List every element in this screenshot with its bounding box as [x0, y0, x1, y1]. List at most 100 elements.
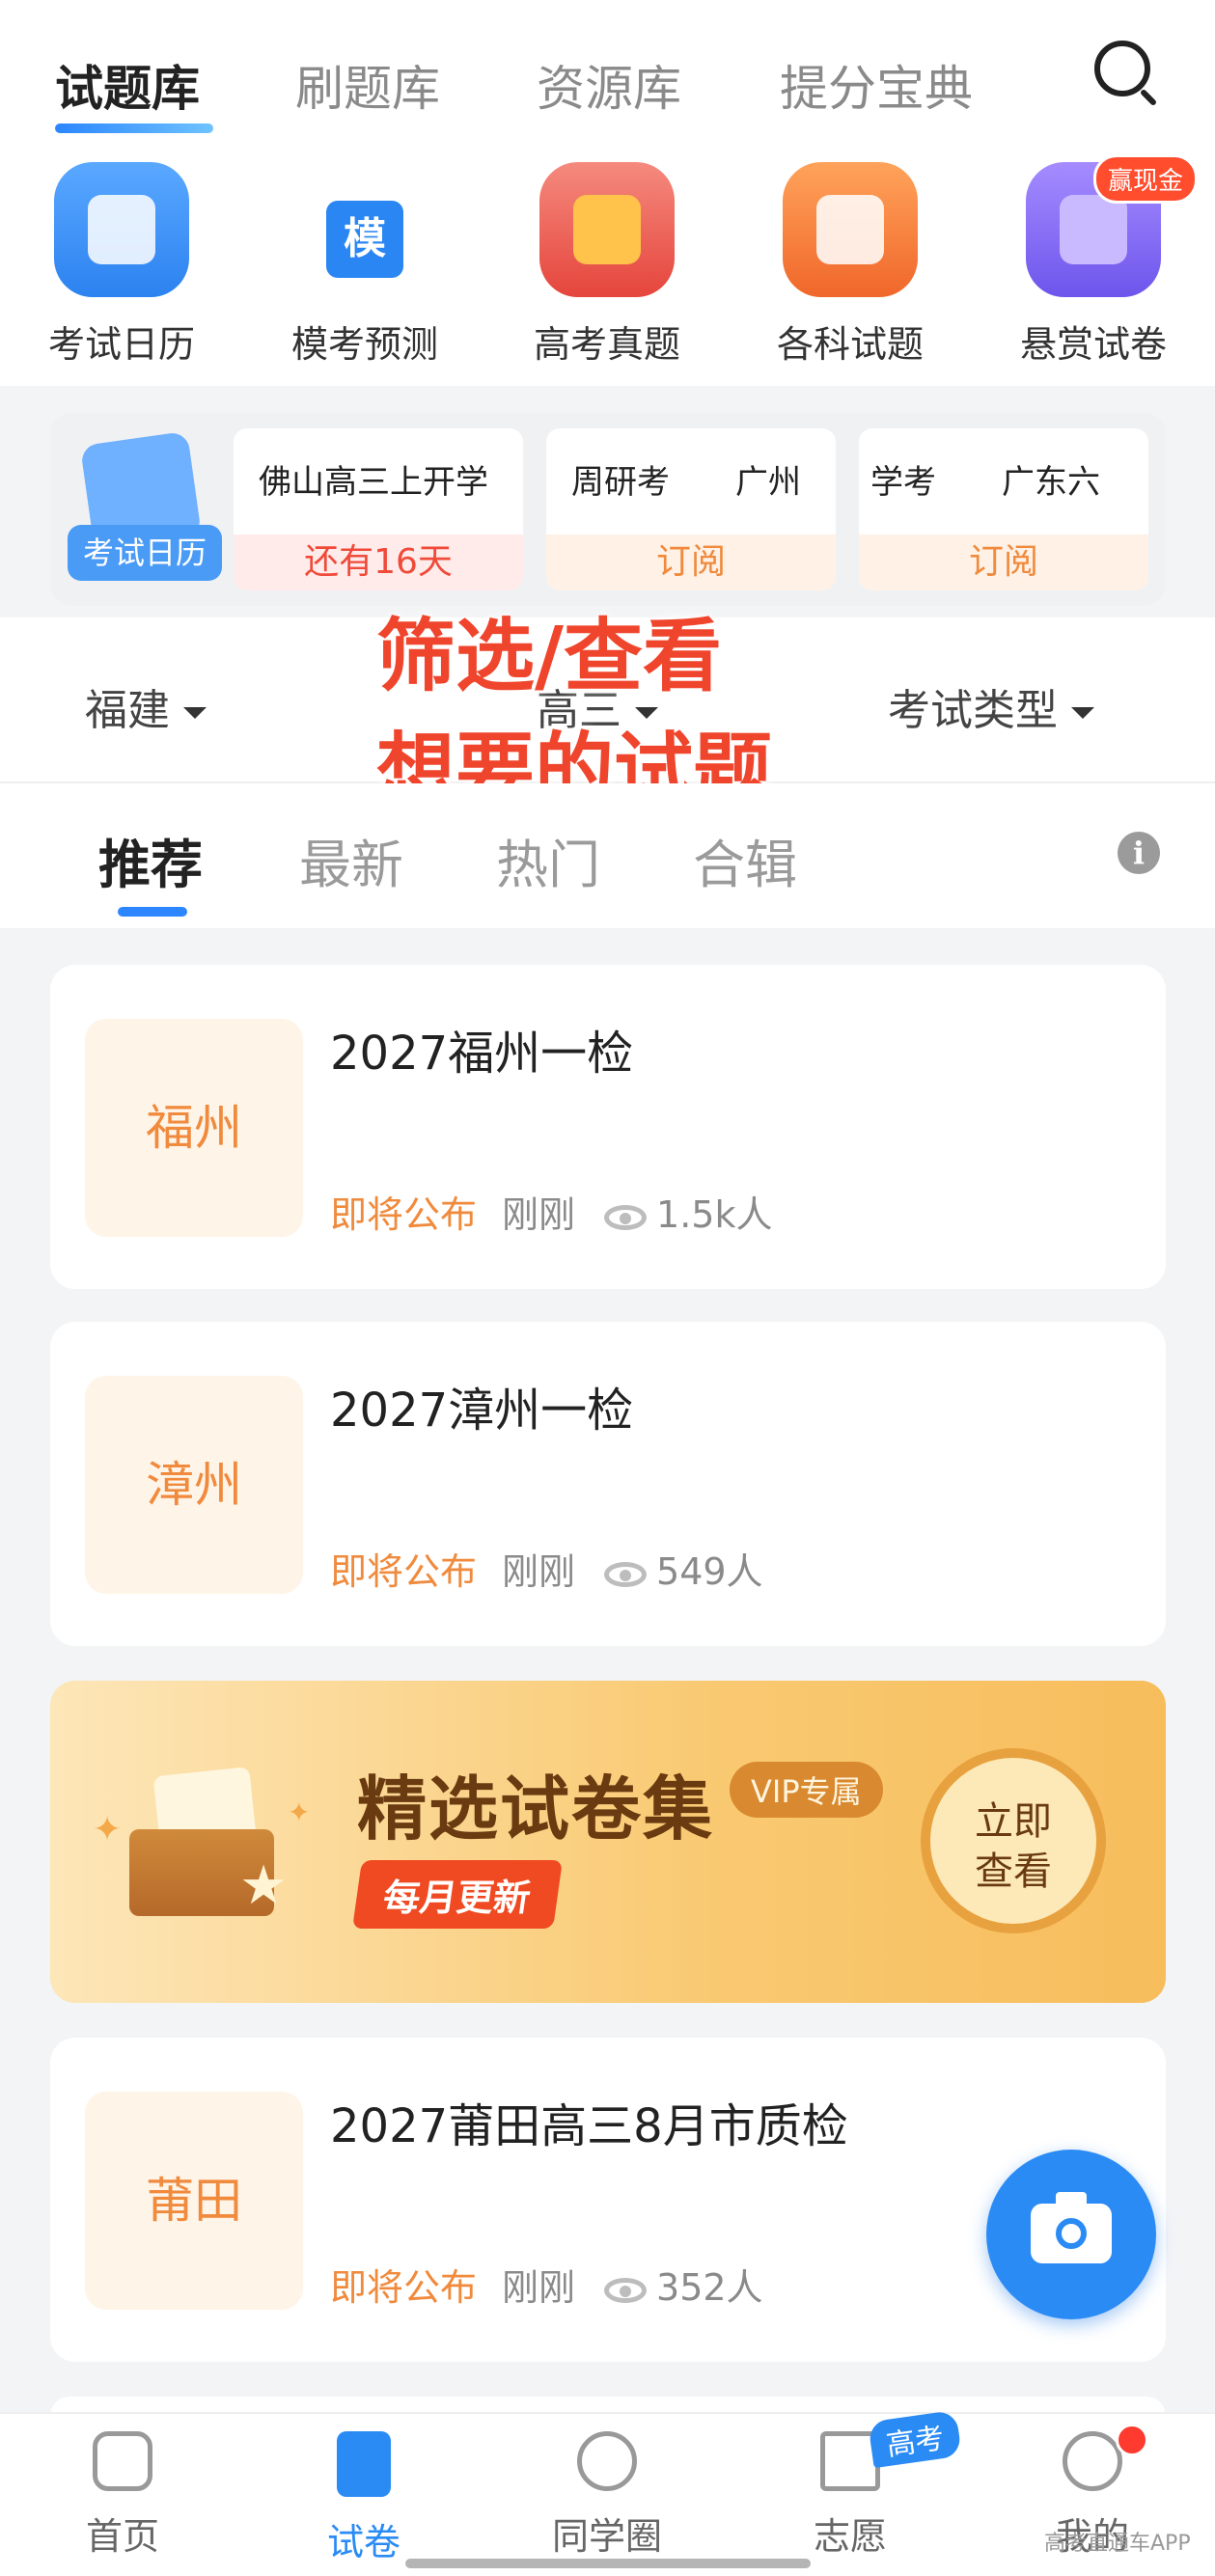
cta-line: 立即 [975, 1799, 1052, 1844]
bottom-navigation: 首页 试卷 同学圈 志愿 我的 [0, 2412, 1215, 2576]
exam-type-value: 考试类型 [888, 686, 1058, 735]
quick-real-exams[interactable]: 高考真题 [506, 162, 708, 368]
quick-actions: 考试日历 模 模考预测 高考真题 各科试题 赢现金 悬赏试卷 [0, 145, 1215, 386]
calendar-card-title: 学考 广东六 [870, 463, 1100, 502]
cta-line: 查看 [975, 1850, 1052, 1894]
subscribe-button[interactable]: 订阅 [546, 534, 836, 590]
quick-exam-calendar[interactable]: 考试日历 [20, 162, 223, 368]
exam-type-filter[interactable]: 考试类型 [888, 675, 1094, 737]
view-count: 1.5k人 [656, 1193, 773, 1236]
real-exam-icon [539, 162, 675, 297]
tab-popular[interactable]: 热门 [496, 822, 600, 898]
tab-latest[interactable]: 最新 [299, 822, 403, 898]
calendar-card[interactable]: 佛山高三上开学 还有16天 [234, 428, 523, 590]
calendar-tag: 考试日历 [68, 525, 222, 581]
quick-label: 悬赏试卷 [1019, 323, 1167, 366]
region-thumbnail: 莆田 [85, 2092, 303, 2310]
sparkle-icon: ✦ [288, 1796, 311, 1828]
province-filter[interactable]: 福建 [85, 675, 207, 737]
camera-icon [1031, 2192, 1112, 2263]
caret-down-icon [1071, 707, 1094, 719]
view-count: 352人 [656, 2266, 763, 2309]
profile-icon [1063, 2431, 1122, 2491]
calendar-card[interactable]: 周研考 广州 订阅 [546, 428, 836, 590]
caret-down-icon [183, 707, 207, 719]
time-label: 刚刚 [502, 1193, 576, 1236]
exam-meta: 即将公布 刚刚 549人 [330, 1542, 763, 1595]
nav-label: 志愿 [813, 2515, 887, 2558]
exam-title: 2027莆田高三8月市质检 [330, 2099, 848, 2153]
tab-practice-bank[interactable]: 刷题库 [295, 50, 440, 120]
banner-title: 精选试卷集 [357, 1768, 715, 1850]
watermark: 高考直通车APP [1044, 2532, 1191, 2556]
eye-icon [604, 2277, 648, 2303]
quick-mock-forecast[interactable]: 模 模考预测 [263, 162, 466, 368]
calendar-card-title: 佛山高三上开学 [259, 463, 488, 502]
info-icon[interactable]: i [1118, 832, 1160, 874]
exam-card[interactable]: 福州 2027福州一检 即将公布 刚刚 1.5k人 [50, 965, 1166, 1289]
time-label: 刚刚 [502, 2266, 576, 2309]
eye-icon [604, 1561, 648, 1587]
cash-badge: 赢现金 [1092, 154, 1198, 204]
top-tab-bar: 试题库 刷题库 资源库 提分宝典 [0, 0, 1215, 145]
featured-papers-banner[interactable]: ✦ ✦ ★ 精选试卷集 VIP专属 每月更新 立即 查看 [50, 1681, 1166, 2003]
exam-card[interactable]: 漳州 2027漳州一检 即将公布 刚刚 549人 [50, 1322, 1166, 1646]
active-tab-underline [55, 123, 213, 133]
notification-dot [1116, 2424, 1148, 2456]
view-now-button[interactable]: 立即 查看 [921, 1748, 1106, 1933]
view-count: 549人 [656, 1550, 763, 1593]
sparkle-icon: ✦ [93, 1810, 123, 1850]
exam-meta: 即将公布 刚刚 352人 [330, 2258, 763, 2311]
calendar-icon [54, 162, 189, 297]
quick-label: 模考预测 [290, 323, 438, 366]
tab-recommended[interactable]: 推荐 [98, 822, 203, 898]
quick-subject-questions[interactable]: 各科试题 [749, 162, 952, 368]
search-icon[interactable] [1094, 41, 1150, 96]
province-value: 福建 [85, 686, 170, 735]
reward-upload-icon: 赢现金 [1026, 154, 1198, 297]
star-icon: ★ [239, 1854, 289, 1917]
camera-search-button[interactable] [986, 2150, 1156, 2319]
home-indicator [405, 2559, 811, 2568]
nav-home[interactable]: 首页 [16, 2431, 229, 2560]
monthly-update-badge: 每月更新 [352, 1860, 564, 1929]
tab-question-bank[interactable]: 试题库 [55, 50, 200, 120]
nav-classmates[interactable]: 同学圈 [501, 2431, 713, 2560]
chat-icon [577, 2431, 637, 2491]
countdown-label: 还有16天 [234, 534, 523, 590]
time-label: 刚刚 [502, 1550, 576, 1593]
exam-calendar-strip: 考试日历 佛山高三上开学 还有16天 周研考 广州 订阅 学考 广东六 订阅 [50, 413, 1166, 606]
nav-papers[interactable]: 试卷 [258, 2431, 470, 2565]
list-sub-tabs: 推荐 最新 热门 合辑 i [0, 783, 1215, 928]
quick-label: 高考真题 [533, 323, 680, 366]
quick-reward-papers[interactable]: 赢现金 悬赏试卷 [992, 154, 1198, 368]
caption-line: 筛选/查看 [376, 611, 722, 702]
exam-title: 2027福州一检 [330, 1027, 634, 1081]
active-subtab-underline [118, 907, 187, 917]
exam-meta: 即将公布 刚刚 1.5k人 [330, 1185, 772, 1238]
subject-search-icon [783, 162, 918, 297]
paper-icon [337, 2431, 391, 2497]
calendar-card[interactable]: 学考 广东六 订阅 [859, 428, 1148, 590]
subscribe-button[interactable]: 订阅 [859, 534, 1148, 590]
home-icon [93, 2431, 152, 2491]
exam-title: 2027漳州一检 [330, 1384, 634, 1438]
tab-resource-bank[interactable]: 资源库 [537, 50, 681, 120]
mock-exam-icon: 模 [297, 162, 432, 297]
nav-label: 同学圈 [551, 2515, 662, 2558]
status-label: 即将公布 [330, 1193, 478, 1236]
quick-label: 考试日历 [47, 323, 195, 366]
status-label: 即将公布 [330, 2266, 478, 2309]
status-label: 即将公布 [330, 1550, 478, 1593]
quick-label: 各科试题 [776, 323, 924, 366]
region-thumbnail: 福州 [85, 1019, 303, 1237]
nav-label: 试卷 [326, 2521, 400, 2563]
calendar-card-title: 周研考 广州 [571, 463, 801, 502]
tab-collections[interactable]: 合辑 [693, 822, 797, 898]
tab-score-guide[interactable]: 提分宝典 [780, 50, 973, 120]
nav-label: 首页 [85, 2515, 159, 2558]
eye-icon [604, 1204, 648, 1230]
vip-badge: VIP专属 [730, 1762, 883, 1818]
region-thumbnail: 漳州 [85, 1376, 303, 1594]
exam-calendar-entry[interactable]: 考试日历 [60, 428, 224, 583]
